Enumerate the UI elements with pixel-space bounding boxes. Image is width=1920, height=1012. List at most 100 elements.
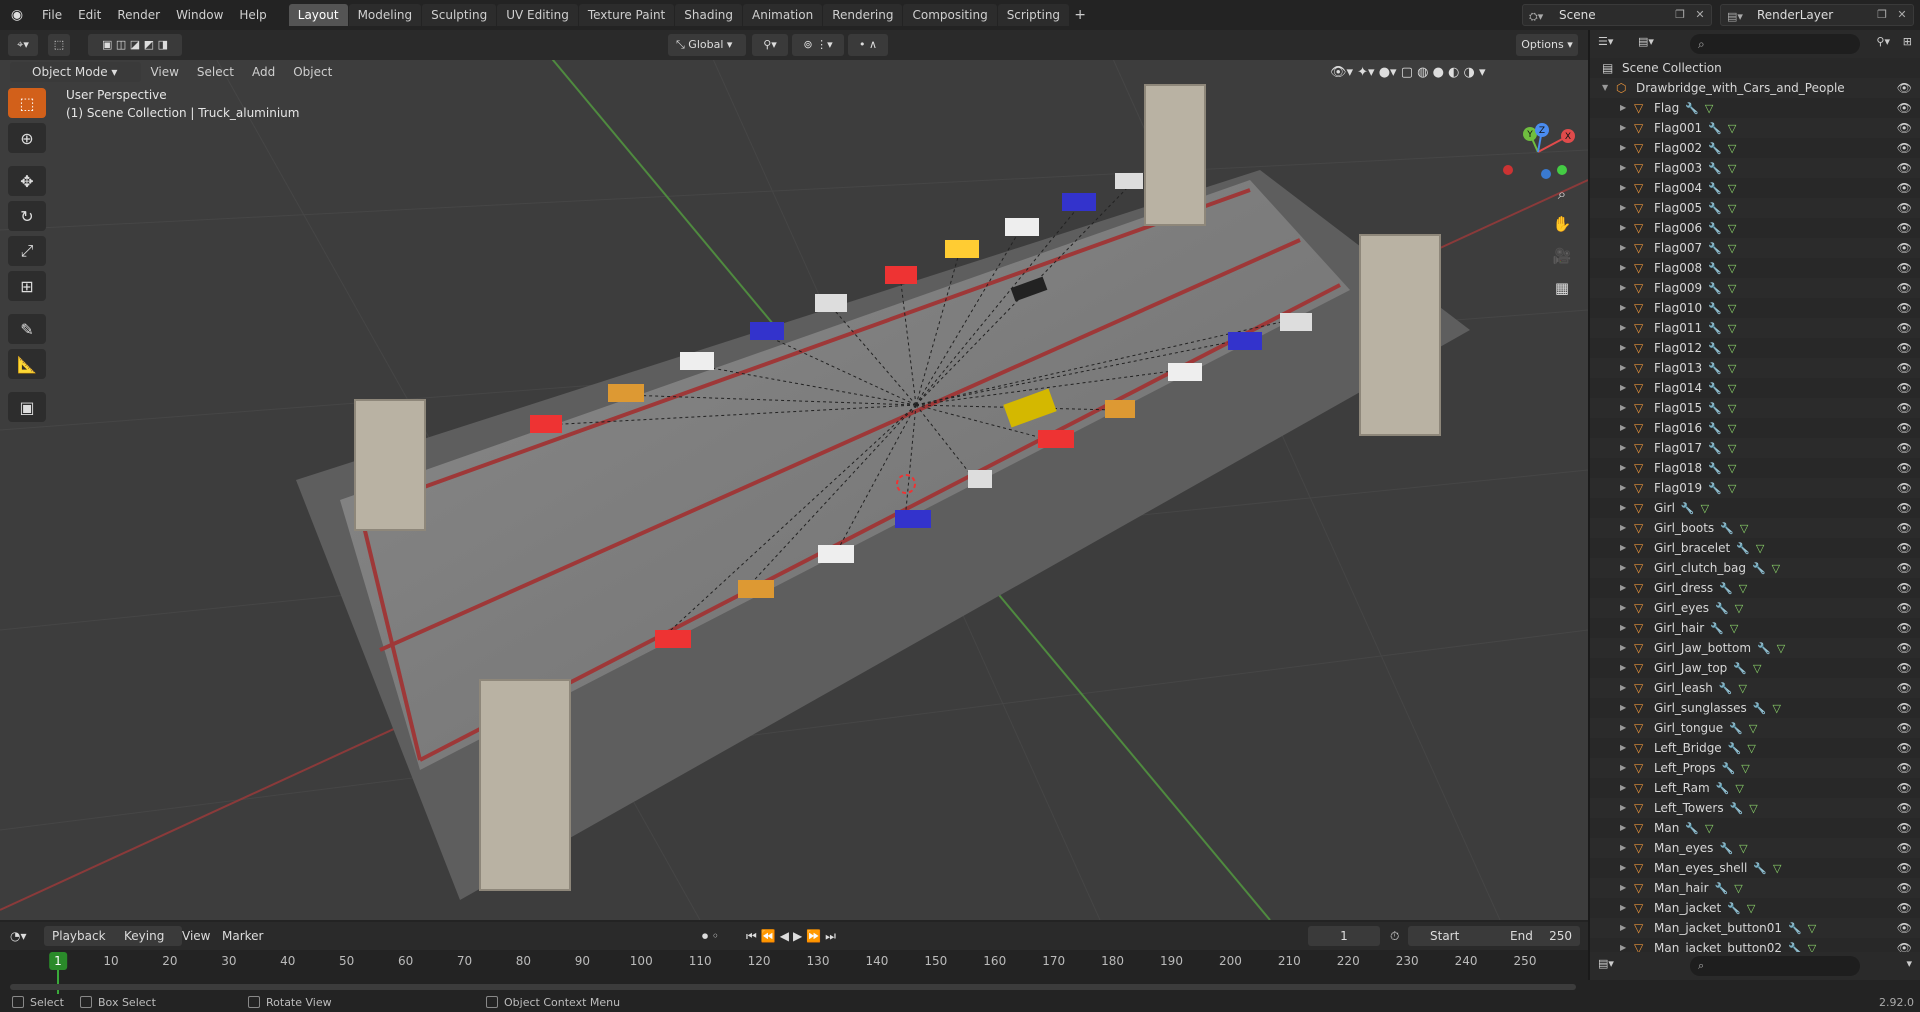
- mesh-data-icon[interactable]: ▽: [1735, 602, 1743, 615]
- options-button[interactable]: Options ▾: [1516, 34, 1578, 56]
- close-icon[interactable]: ✕: [1691, 7, 1709, 23]
- mesh-data-icon[interactable]: ▽: [1728, 322, 1736, 335]
- mesh-data-icon[interactable]: ▽: [1728, 202, 1736, 215]
- eye-icon[interactable]: 👁: [1897, 138, 1912, 158]
- outliner-item[interactable]: ▶ ▽ Flag005 🔧 ▽ 👁: [1590, 198, 1920, 218]
- modifier-icon[interactable]: 🔧: [1729, 722, 1743, 735]
- select-mode-icon[interactable]: ⬚: [48, 34, 70, 56]
- expand-arrow-icon[interactable]: ▶: [1620, 578, 1630, 598]
- modifier-icon[interactable]: 🔧: [1757, 642, 1771, 655]
- hand-icon[interactable]: ✋: [1548, 210, 1576, 238]
- transform-orientation-select[interactable]: ⤡ Global ▾: [668, 34, 746, 56]
- expand-arrow-icon[interactable]: ▶: [1620, 398, 1630, 418]
- scale-icon[interactable]: ⤢: [8, 236, 46, 266]
- modifier-icon[interactable]: 🔧: [1719, 682, 1733, 695]
- mesh-data-icon[interactable]: ▽: [1728, 242, 1736, 255]
- expand-arrow-icon[interactable]: ▶: [1620, 178, 1630, 198]
- mesh-data-icon[interactable]: ▽: [1705, 822, 1713, 835]
- eye-icon[interactable]: 👁: [1897, 418, 1912, 438]
- expand-arrow-icon[interactable]: ▶: [1620, 778, 1630, 798]
- properties-editor-type[interactable]: ▤▾: [1598, 957, 1614, 970]
- scene-field[interactable]: ⛭▾ Scene ❐ ✕: [1522, 4, 1712, 26]
- outliner-item[interactable]: ▶ ▽ Flag012 🔧 ▽ 👁: [1590, 338, 1920, 358]
- outliner-item[interactable]: ▶ ▽ Girl_clutch_bag 🔧 ▽ 👁: [1590, 558, 1920, 578]
- eye-icon[interactable]: 👁: [1897, 578, 1912, 598]
- eye-icon[interactable]: 👁: [1897, 98, 1912, 118]
- outliner-item[interactable]: ▶ ▽ Girl_Jaw_bottom 🔧 ▽ 👁: [1590, 638, 1920, 658]
- eye-icon[interactable]: 👁: [1897, 158, 1912, 178]
- expand-arrow-icon[interactable]: ▶: [1620, 318, 1630, 338]
- modifier-icon[interactable]: 🔧: [1685, 822, 1699, 835]
- eye-icon[interactable]: 👁: [1897, 658, 1912, 678]
- eye-icon[interactable]: 👁: [1897, 118, 1912, 138]
- modifier-icon[interactable]: 🔧: [1752, 562, 1766, 575]
- stopwatch-icon[interactable]: ⏱: [1390, 926, 1399, 946]
- mesh-data-icon[interactable]: ▽: [1728, 342, 1736, 355]
- outliner-item[interactable]: ▶ ▽ Left_Ram 🔧 ▽ 👁: [1590, 778, 1920, 798]
- scene-render[interactable]: [0, 30, 1588, 920]
- measure-icon[interactable]: 📐: [8, 349, 46, 379]
- mesh-data-icon[interactable]: ▽: [1728, 482, 1736, 495]
- mesh-data-icon[interactable]: ▽: [1749, 722, 1757, 735]
- expand-arrow-icon[interactable]: ▶: [1620, 258, 1630, 278]
- expand-arrow-icon[interactable]: ▶: [1620, 838, 1630, 858]
- mesh-data-icon[interactable]: ▽: [1728, 282, 1736, 295]
- outliner-item[interactable]: ▶ ▽ Left_Towers 🔧 ▽ 👁: [1590, 798, 1920, 818]
- modifier-icon[interactable]: 🔧: [1728, 742, 1742, 755]
- modifier-icon[interactable]: 🔧: [1708, 442, 1722, 455]
- expand-arrow-icon[interactable]: ▶: [1620, 618, 1630, 638]
- modifier-icon[interactable]: 🔧: [1708, 302, 1722, 315]
- modifier-icon[interactable]: 🔧: [1708, 482, 1722, 495]
- expand-arrow-icon[interactable]: ▶: [1620, 98, 1630, 118]
- outliner-item[interactable]: ▶ ▽ Flag016 🔧 ▽ 👁: [1590, 418, 1920, 438]
- navigation-gizmo[interactable]: X Y Z: [1496, 96, 1580, 186]
- 3d-viewport[interactable]: ⌖▾ ⬚ ▣ ◫ ◪ ◩ ◨ ⤡ Global ▾ ⚲▾ ⊚ ⋮▾ • ∧ Op…: [0, 30, 1588, 920]
- outliner-item[interactable]: ▶ ▽ Flag015 🔧 ▽ 👁: [1590, 398, 1920, 418]
- mesh-data-icon[interactable]: ▽: [1701, 502, 1709, 515]
- outliner-item[interactable]: ▶ ▽ Flag013 🔧 ▽ 👁: [1590, 358, 1920, 378]
- expand-arrow-icon[interactable]: ▶: [1620, 598, 1630, 618]
- expand-arrow-icon[interactable]: ▶: [1620, 118, 1630, 138]
- viewport-shading-toggles[interactable]: 👁▾ ✦▾ ●▾ ▢ ◍ ● ◐ ◑ ▾: [1330, 65, 1486, 80]
- transform-icon[interactable]: ⊞: [8, 271, 46, 301]
- modifier-icon[interactable]: 🔧: [1708, 242, 1722, 255]
- end-frame-field[interactable]: End 250: [1500, 926, 1580, 946]
- outliner-item[interactable]: ▶ ▽ Man 🔧 ▽ 👁: [1590, 818, 1920, 838]
- eye-icon[interactable]: 👁: [1897, 218, 1912, 238]
- playback-menu[interactable]: Playback: [44, 926, 124, 946]
- editor-type-button[interactable]: ⌖▾: [8, 34, 38, 56]
- expand-arrow-icon[interactable]: ▶: [1620, 858, 1630, 878]
- add-workspace-button[interactable]: +: [1070, 4, 1090, 26]
- outliner-item[interactable]: ▶ ▽ Flag011 🔧 ▽ 👁: [1590, 318, 1920, 338]
- frame-ruler[interactable]: 1 10 20 30 40 50 60 70 80 90 100 110 120 130 140 150 16…: [0, 950, 1588, 994]
- view-menu[interactable]: View: [182, 926, 210, 946]
- outliner-item[interactable]: ▶ ▽ Flag006 🔧 ▽ 👁: [1590, 218, 1920, 238]
- new-collection-icon[interactable]: ⊞: [1903, 35, 1912, 48]
- outliner-item[interactable]: ▶ ▽ Flag017 🔧 ▽ 👁: [1590, 438, 1920, 458]
- modifier-icon[interactable]: 🔧: [1710, 622, 1724, 635]
- eye-icon[interactable]: 👁: [1897, 278, 1912, 298]
- grid-icon[interactable]: ▦: [1548, 274, 1576, 302]
- eye-icon[interactable]: 👁: [1897, 538, 1912, 558]
- tab-layout[interactable]: Layout: [288, 4, 348, 26]
- eye-icon[interactable]: 👁: [1897, 818, 1912, 838]
- expand-arrow-icon[interactable]: ▼: [1602, 78, 1612, 98]
- modifier-icon[interactable]: 🔧: [1708, 322, 1722, 335]
- mesh-data-icon[interactable]: ▽: [1728, 422, 1736, 435]
- zoom-icon[interactable]: ⌕: [1548, 180, 1576, 208]
- eye-icon[interactable]: 👁: [1897, 878, 1912, 898]
- eye-icon[interactable]: 👁: [1897, 718, 1912, 738]
- proportional-edit[interactable]: • ∧: [848, 34, 888, 56]
- modifier-icon[interactable]: 🔧: [1708, 382, 1722, 395]
- select-box-icon[interactable]: ⬚: [8, 88, 46, 118]
- outliner-item[interactable]: ▶ ▽ Left_Bridge 🔧 ▽ 👁: [1590, 738, 1920, 758]
- mesh-data-icon[interactable]: ▽: [1739, 582, 1747, 595]
- outliner-item[interactable]: ▶ ▽ Girl_eyes 🔧 ▽ 👁: [1590, 598, 1920, 618]
- eye-icon[interactable]: 👁: [1897, 358, 1912, 378]
- eye-icon[interactable]: 👁: [1897, 758, 1912, 778]
- modifier-icon[interactable]: 🔧: [1685, 102, 1699, 115]
- eye-icon[interactable]: 👁: [1897, 318, 1912, 338]
- outliner-item[interactable]: ▶ ▽ Flag007 🔧 ▽ 👁: [1590, 238, 1920, 258]
- mesh-data-icon[interactable]: ▽: [1705, 102, 1713, 115]
- mesh-data-icon[interactable]: ▽: [1773, 862, 1781, 875]
